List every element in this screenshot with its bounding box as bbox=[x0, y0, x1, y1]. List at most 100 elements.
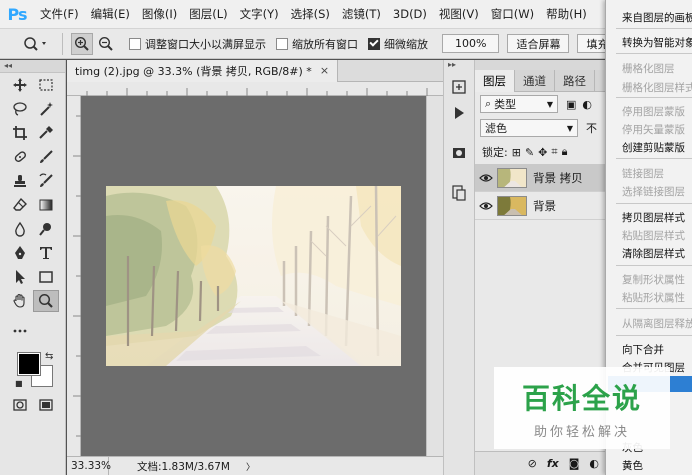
crop-tool[interactable] bbox=[7, 122, 33, 144]
menu-edit[interactable]: 编辑(E) bbox=[91, 6, 130, 22]
menu-help[interactable]: 帮助(H) bbox=[546, 6, 587, 22]
quick-mask-button[interactable] bbox=[7, 394, 33, 416]
document-tab[interactable]: timg (2).jpg @ 33.3% (背景 拷贝, RGB/8#) * × bbox=[67, 59, 339, 82]
foreground-color-swatch[interactable] bbox=[17, 352, 41, 376]
link-layers-icon[interactable]: ⊘ bbox=[528, 457, 537, 470]
resize-windows-checkbox[interactable]: 调整窗口大小以满屏显示 bbox=[129, 36, 266, 52]
menu-item-copy-shape-attributes[interactable]: 复制形状属性 bbox=[622, 272, 685, 287]
layer-filter-select[interactable]: ⌕ 类型 ▼ bbox=[480, 95, 558, 113]
add-mask-icon[interactable]: ◙ bbox=[569, 457, 580, 470]
strip-collapse-handle[interactable]: ▸▸ bbox=[444, 60, 474, 72]
lock-artboard-icon[interactable]: ⌗ bbox=[551, 145, 557, 159]
zoom-tool[interactable] bbox=[33, 290, 59, 312]
fit-screen-button[interactable]: 适合屏幕 bbox=[507, 34, 570, 53]
canvas-image[interactable] bbox=[106, 186, 401, 366]
eyedropper-tool[interactable] bbox=[33, 122, 59, 144]
rectangle-tool[interactable] bbox=[33, 266, 59, 288]
menu-item-release-from-isolation[interactable]: 从隔离图层释放 bbox=[622, 316, 692, 331]
menu-item-paste-shape-attributes[interactable]: 粘贴形状属性 bbox=[622, 290, 685, 305]
dodge-tool[interactable] bbox=[33, 218, 59, 240]
menu-3d[interactable]: 3D(D) bbox=[393, 7, 427, 21]
filter-image-icon[interactable]: ▣ bbox=[566, 98, 576, 111]
menu-window[interactable]: 窗口(W) bbox=[491, 6, 534, 22]
vertical-scrollbar[interactable] bbox=[426, 96, 443, 456]
menu-view[interactable]: 视图(V) bbox=[439, 6, 479, 22]
zoom-out-button[interactable] bbox=[95, 33, 117, 55]
close-tab-icon[interactable]: × bbox=[320, 64, 329, 77]
brush-tool[interactable] bbox=[33, 146, 59, 168]
status-menu-arrow[interactable]: 〉 bbox=[246, 460, 255, 473]
layer-row-background[interactable]: 背景 bbox=[475, 192, 605, 220]
history-brush-tool[interactable] bbox=[33, 170, 59, 192]
screen-mode-button[interactable] bbox=[33, 394, 59, 416]
menu-item-merge-down[interactable]: 向下合并 bbox=[622, 342, 664, 357]
scrubby-zoom-checkbox[interactable]: 细微缩放 bbox=[368, 36, 428, 52]
adjustment-layer-icon[interactable]: ◐ bbox=[589, 457, 599, 470]
menu-item-copy-layer-style[interactable]: 拷贝图层样式 bbox=[622, 210, 685, 225]
history-panel-button[interactable] bbox=[447, 76, 471, 98]
menu-type[interactable]: 文字(Y) bbox=[240, 6, 279, 22]
lasso-tool[interactable] bbox=[7, 98, 33, 120]
menu-item-clear-layer-style[interactable]: 清除图层样式 bbox=[622, 246, 685, 261]
actions-panel-button[interactable] bbox=[447, 102, 471, 124]
checkbox-box[interactable] bbox=[129, 37, 141, 50]
menu-item-disable-layer-mask[interactable]: 停用图层蒙版 bbox=[622, 104, 685, 119]
pen-tool[interactable] bbox=[7, 242, 33, 264]
tab-paths[interactable]: 路径 bbox=[555, 70, 595, 92]
eye-icon[interactable] bbox=[475, 201, 497, 211]
menu-item-link-layers[interactable]: 链接图层 bbox=[622, 166, 664, 181]
eraser-tool[interactable] bbox=[7, 194, 33, 216]
tab-channels[interactable]: 通道 bbox=[515, 70, 555, 92]
swap-colors-icon[interactable]: ⇆ bbox=[45, 351, 53, 362]
zoom-level-field[interactable]: 33.33% bbox=[67, 456, 111, 475]
menu-item-select-linked-layers[interactable]: 选择链接图层 bbox=[622, 184, 685, 199]
magic-wand-tool[interactable] bbox=[33, 98, 59, 120]
menu-item-convert-smart-object[interactable]: 转换为智能对象 bbox=[622, 35, 692, 50]
tab-layers[interactable]: 图层 bbox=[475, 70, 515, 92]
adjustments-panel-button[interactable] bbox=[447, 142, 471, 164]
menu-file[interactable]: 文件(F) bbox=[40, 6, 79, 22]
tool-preset-picker[interactable] bbox=[18, 33, 54, 55]
zoom-in-button[interactable] bbox=[71, 32, 93, 55]
lock-transparent-icon[interactable]: ⊞ bbox=[512, 146, 521, 159]
checkbox-box-checked[interactable] bbox=[368, 37, 380, 50]
lock-all-icon[interactable]: 🔒︎ bbox=[562, 145, 568, 159]
clone-stamp-tool[interactable] bbox=[7, 170, 33, 192]
tools-panel-header[interactable]: ◂◂ bbox=[0, 60, 65, 73]
move-tool[interactable] bbox=[7, 74, 33, 96]
checkbox-box[interactable] bbox=[276, 37, 288, 50]
menu-item-paste-layer-style[interactable]: 粘贴图层样式 bbox=[622, 228, 685, 243]
menu-item-disable-vector-mask[interactable]: 停用矢量蒙版 bbox=[622, 122, 685, 137]
zoom-all-windows-checkbox[interactable]: 缩放所有窗口 bbox=[276, 36, 358, 52]
lock-pixels-icon[interactable]: ✎ bbox=[525, 146, 534, 159]
menu-item-rasterize-layer-style[interactable]: 栅格化图层样式 bbox=[622, 80, 692, 95]
type-tool[interactable] bbox=[33, 242, 59, 264]
hand-tool[interactable] bbox=[7, 290, 33, 312]
marquee-tool[interactable] bbox=[33, 74, 59, 96]
menu-item-create-clipping-mask[interactable]: 创建剪贴蒙版 bbox=[622, 140, 685, 155]
layer-style-button[interactable]: fx bbox=[547, 457, 559, 470]
zoom-100-button[interactable]: 100% bbox=[442, 34, 500, 53]
menu-item-rasterize-layer[interactable]: 栅格化图层 bbox=[622, 61, 675, 76]
menu-layer[interactable]: 图层(L) bbox=[189, 6, 227, 22]
menu-item-artboard-from-layers[interactable]: 来自图层的画板 bbox=[622, 10, 692, 25]
menu-filter[interactable]: 滤镜(T) bbox=[342, 6, 381, 22]
menu-select[interactable]: 选择(S) bbox=[291, 6, 330, 22]
horizontal-ruler[interactable] bbox=[67, 82, 443, 96]
layers-panel-handle[interactable] bbox=[475, 60, 605, 70]
blur-tool[interactable] bbox=[7, 218, 33, 240]
eye-icon[interactable] bbox=[475, 173, 497, 183]
lock-position-icon[interactable]: ✥ bbox=[538, 146, 547, 159]
gradient-tool[interactable] bbox=[33, 194, 59, 216]
menu-item-yellow[interactable]: 黄色 bbox=[622, 458, 643, 473]
blend-mode-select[interactable]: 滤色 ▼ bbox=[480, 119, 578, 137]
menu-image[interactable]: 图像(I) bbox=[142, 6, 177, 22]
path-selection-tool[interactable] bbox=[7, 266, 33, 288]
healing-brush-tool[interactable] bbox=[7, 146, 33, 168]
vertical-ruler[interactable] bbox=[67, 96, 81, 456]
layer-row-background-copy[interactable]: 背景 拷贝 bbox=[475, 164, 605, 192]
edit-toolbar-button[interactable] bbox=[7, 320, 33, 342]
properties-panel-button[interactable] bbox=[447, 182, 471, 204]
default-colors-icon[interactable]: ■ bbox=[15, 379, 23, 388]
filter-adjust-icon[interactable]: ◐ bbox=[582, 98, 592, 111]
